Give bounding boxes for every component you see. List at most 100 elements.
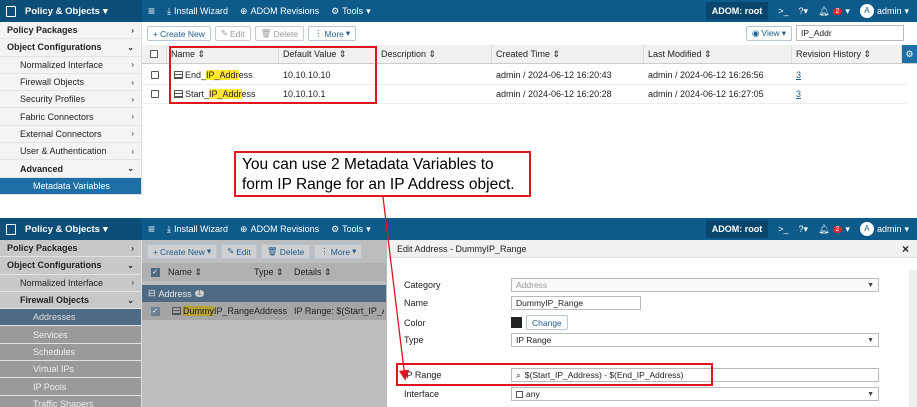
user-menu[interactable]: Aadmin ▾ [859, 4, 909, 18]
sidebar-item-ip-pools[interactable]: IP Pools [0, 378, 141, 396]
interface-row: Interface any ▼ [404, 387, 879, 401]
column-header-name[interactable]: Name ⇕ [168, 267, 254, 278]
module-switcher[interactable]: Policy & Objects ▾ [0, 218, 142, 240]
hamburger-icon[interactable]: ≡ [148, 4, 155, 18]
edit-button[interactable]: ✎ Edit [221, 244, 257, 259]
install-wizard-button[interactable]: ⤓ Install Wizard [167, 224, 228, 235]
sidebar-item-user-authentication[interactable]: User & Authentication › [0, 143, 141, 161]
table-row[interactable]: ✓ Dummy IP_Range Address IP Range: $(Star… [142, 302, 386, 320]
gear-icon: ⚙ [331, 223, 340, 234]
column-label: Name [168, 266, 193, 277]
install-wizard-button[interactable]: ⤓ Install Wizard [167, 6, 228, 17]
adom-revisions-button[interactable]: ⊕ ADOM Revisions [240, 224, 319, 235]
sidebar-item-addresses[interactable]: Addresses [0, 309, 141, 327]
color-swatch-icon [511, 317, 522, 328]
tools-label: Tools [342, 6, 364, 16]
tools-menu[interactable]: ⚙ Tools ▾ [331, 224, 371, 235]
sidebar-item-normalized-interface[interactable]: Normalized Interface › [0, 57, 141, 74]
group-label: Address [158, 288, 192, 299]
edit-button[interactable]: ✎ Edit [214, 26, 251, 41]
sidebar-item-label: Advanced [20, 163, 64, 174]
search-input[interactable]: IP_Addr [795, 25, 904, 41]
tools-menu[interactable]: ⚙ Tools ▾ [331, 6, 371, 17]
interface-icon [516, 390, 523, 398]
sidebar-item-schedules[interactable]: Schedules [0, 343, 141, 362]
column-header-description[interactable]: Description ⇕ [377, 45, 492, 63]
callout-line: You can use 2 Metadata Variables to [242, 156, 494, 173]
row-checkbox[interactable]: ✓ [142, 306, 168, 316]
more-button[interactable]: ⋮ More ▾ [314, 244, 363, 259]
help-icon[interactable]: ?▾ [799, 6, 809, 17]
sidebar-item-traffic-shapers[interactable]: Traffic Shapers [0, 395, 141, 407]
sidebar-item-firewall-objects[interactable]: Firewall Objects › [0, 74, 141, 92]
close-icon[interactable]: × [902, 242, 909, 256]
column-label: Description [381, 49, 427, 59]
help-icon[interactable]: ?▾ [799, 224, 809, 235]
panel-scrollbar[interactable] [909, 270, 917, 407]
adom-revisions-button[interactable]: ⊕ ADOM Revisions [240, 6, 319, 17]
sidebar-item-label: Fabric Connectors [20, 111, 94, 122]
view-button[interactable]: ◉ View ▾ [746, 25, 792, 41]
caret-down-icon: ▾ [366, 5, 371, 16]
sidebar-item-external-connectors[interactable]: External Connectors › [0, 126, 141, 144]
caret-down-icon: ▾ [345, 28, 351, 38]
adom-selector[interactable]: ADOM: root [705, 220, 769, 238]
column-settings-gear-icon[interactable]: ⚙ [902, 45, 917, 63]
name-input[interactable]: DummyIP_Range [511, 296, 641, 310]
sidebar-item-firewall-objects[interactable]: Firewall Objects ⌄ [0, 291, 141, 310]
user-name: admin [876, 224, 902, 234]
sidebar-item-virtual-ips[interactable]: Virtual IPs [0, 361, 141, 379]
terminal-icon[interactable]: >_ [778, 6, 788, 16]
delete-button[interactable]: 🗑︎ Delete [260, 244, 311, 259]
create-new-button[interactable]: + Create New ▾ [147, 244, 218, 259]
column-header-type[interactable]: Type ⇕ [254, 267, 294, 278]
caret-down-icon: ▼ [867, 390, 874, 398]
type-select[interactable]: IP Range ▼ [511, 333, 879, 347]
terminal-icon[interactable]: >_ [778, 224, 788, 234]
select-all-checkbox[interactable]: ✓ [142, 267, 168, 277]
tools-label: Tools [342, 224, 364, 234]
sidebar-item-policy-packages[interactable]: Policy Packages › [0, 240, 141, 258]
sidebar-item-metadata-variables[interactable]: Metadata Variables [0, 177, 141, 195]
checkbox [150, 89, 159, 98]
sort-icon: ⇕ [324, 266, 332, 277]
group-row[interactable]: ⊟ Address 1 [142, 285, 386, 302]
revision-link[interactable]: 3 [796, 70, 801, 80]
hamburger-icon[interactable]: ≡ [148, 222, 155, 236]
row-checkbox[interactable] [142, 65, 167, 84]
sidebar-item-normalized-interface[interactable]: Normalized Interface › [0, 274, 141, 292]
interface-select[interactable]: any ▼ [511, 387, 879, 401]
column-header-details[interactable]: Details ⇕ [294, 267, 332, 278]
revision-link[interactable]: 3 [796, 89, 801, 99]
sidebar-item-advanced[interactable]: Advanced ⌄ [0, 160, 141, 178]
category-label: Category [404, 280, 441, 290]
notifications-button[interactable]: 🔔︎ 2 ▾ [818, 6, 850, 17]
user-name: admin [876, 6, 902, 16]
module-switcher[interactable]: Policy & Objects ▾ [0, 0, 142, 22]
delete-button[interactable]: 🗑︎ Delete [254, 26, 305, 41]
chevron-right-icon: › [131, 60, 134, 70]
change-color-button[interactable]: Change [526, 315, 568, 330]
group-count-badge: 1 [194, 290, 205, 297]
sidebar-item-security-profiles[interactable]: Security Profiles › [0, 91, 141, 109]
sidebar-item-object-configurations[interactable]: Object Configurations ⌄ [0, 257, 141, 275]
category-value: Address [516, 280, 548, 290]
sidebar-item-services[interactable]: Services [0, 326, 141, 344]
column-header-created-time[interactable]: Created Time ⇕ [492, 45, 644, 63]
create-new-button[interactable]: + Create New [147, 26, 211, 41]
more-button[interactable]: ⋮ More ▾ [308, 26, 357, 41]
top-header: Policy & Objects ▾ ≡ ⤓ Install Wizard ⊕ AD… [0, 0, 917, 22]
sidebar-item-policy-packages[interactable]: Policy Packages › [0, 22, 141, 40]
column-header-last-modified[interactable]: Last Modified ⇕ [644, 45, 792, 63]
sidebar-item-object-configurations[interactable]: Object Configurations ⌄ [0, 39, 141, 57]
adom-selector[interactable]: ADOM: root [705, 2, 769, 20]
user-menu[interactable]: Aadmin ▾ [859, 222, 909, 236]
top-right-toolbar: ◉ View ▾ IP_Addr [746, 25, 904, 41]
notifications-button[interactable]: 🔔︎ 2 ▾ [818, 224, 850, 235]
sort-icon: ⇕ [863, 48, 872, 59]
sidebar-item-fabric-connectors[interactable]: Fabric Connectors › [0, 108, 141, 126]
column-header-revision-history[interactable]: Revision History ⇕ [792, 45, 902, 63]
cell-last-modified: admin / 2024-06-12 16:27:05 [648, 88, 764, 99]
select-all-checkbox[interactable] [142, 45, 167, 63]
row-checkbox[interactable] [142, 84, 167, 103]
